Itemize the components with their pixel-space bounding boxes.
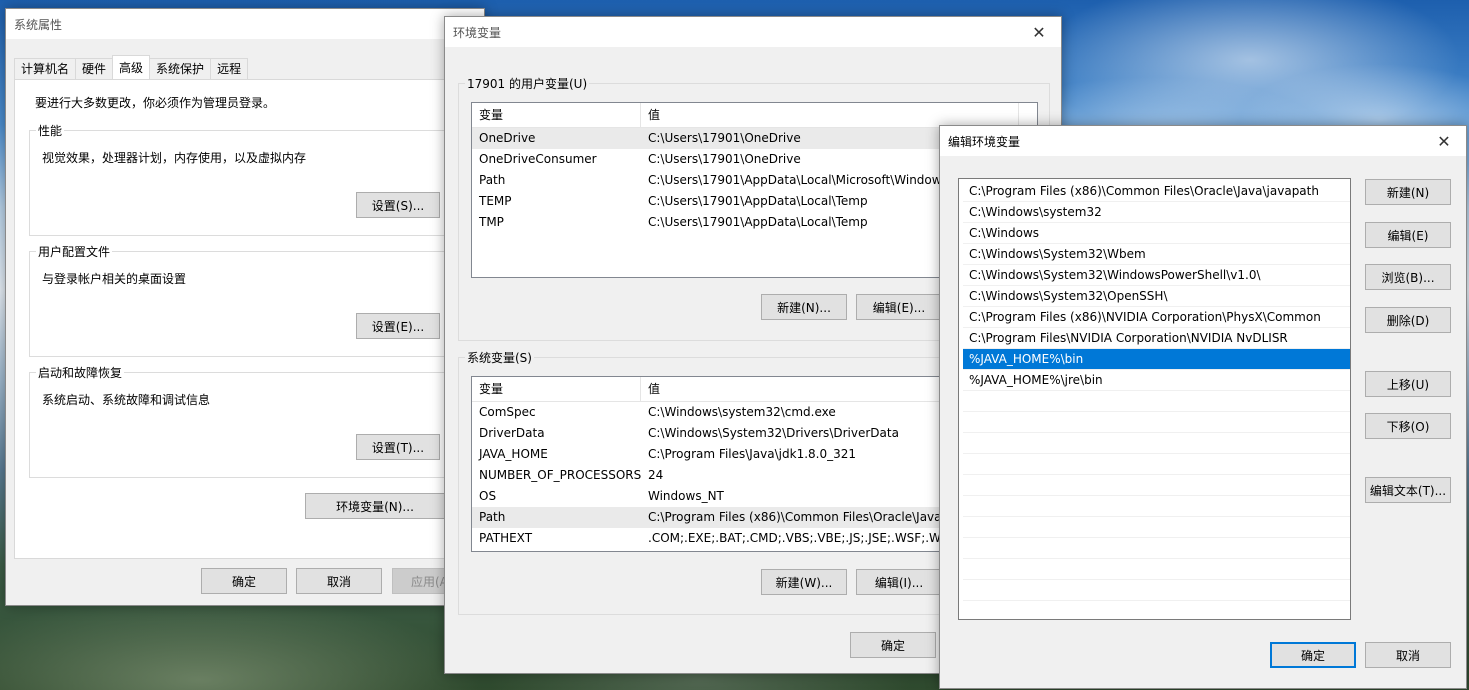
tab-advanced[interactable]: 高级 <box>112 55 151 80</box>
var-value: C:\Windows\System32\Drivers\DriverData <box>648 426 899 440</box>
move-up-button[interactable]: 上移(U) <box>1365 371 1451 397</box>
system-properties-titlebar: 系统属性 <box>6 9 484 39</box>
startup-recovery-title: 启动和故障恢复 <box>36 364 125 381</box>
empty-row <box>963 475 1350 496</box>
tab-strip: 计算机名 硬件 高级 系统保护 远程 <box>14 55 249 80</box>
edit-text-button[interactable]: 编辑文本(T)... <box>1365 477 1451 503</box>
empty-row <box>963 391 1350 412</box>
var-value: 24 <box>648 468 664 482</box>
list-item[interactable]: C:\Windows\System32\WindowsPowerShell\v1… <box>963 265 1350 286</box>
close-icon[interactable]: ✕ <box>1017 17 1061 47</box>
var-value: C:\Users\17901\AppData\Local\Temp <box>648 194 868 208</box>
var-value: C:\Program Files (x86)\Common Files\Orac… <box>648 510 941 524</box>
var-name: Path <box>479 510 506 524</box>
user-profile-settings-button[interactable]: 设置(E)... <box>356 313 440 339</box>
var-value: C:\Users\17901\AppData\Local\Microsoft\W… <box>648 173 941 187</box>
cancel-button[interactable]: 取消 <box>296 568 382 594</box>
var-value: C:\Windows\system32\cmd.exe <box>648 405 836 419</box>
admin-notice: 要进行大多数更改，你必须作为管理员登录。 <box>35 96 276 110</box>
tab-system-protection[interactable]: 系统保护 <box>149 58 212 80</box>
empty-row <box>963 538 1350 559</box>
system-edit-button[interactable]: 编辑(I)... <box>856 569 942 595</box>
user-profile-group: 用户配置文件 与登录帐户相关的桌面设置 设置(E)... <box>29 243 460 357</box>
var-value: C:\Users\17901\OneDrive <box>648 131 801 145</box>
edit-environment-variable-window: 编辑环境变量 ✕ C:\Program Files (x86)\Common F… <box>939 125 1467 689</box>
edit-env-titlebar: 编辑环境变量 ✕ <box>940 126 1466 156</box>
environment-variables-titlebar: 环境变量 ✕ <box>445 17 1061 47</box>
var-name: NUMBER_OF_PROCESSORS <box>479 468 641 482</box>
var-name: TEMP <box>479 194 512 208</box>
list-item[interactable]: C:\Windows <box>963 223 1350 244</box>
empty-row <box>963 517 1350 538</box>
window-title: 系统属性 <box>14 17 63 32</box>
system-variables-title: 系统变量(S) <box>465 349 534 366</box>
tab-panel: 要进行大多数更改，你必须作为管理员登录。 性能 视觉效果，处理器计划，内存使用，… <box>14 79 484 559</box>
ok-button[interactable]: 确定 <box>1270 642 1356 668</box>
new-button[interactable]: 新建(N) <box>1365 179 1451 205</box>
tab-computer-name[interactable]: 计算机名 <box>14 58 77 80</box>
empty-row <box>963 580 1350 601</box>
empty-row <box>963 433 1350 454</box>
ok-button[interactable]: 确定 <box>201 568 287 594</box>
column-header-value[interactable]: 值 <box>641 103 1019 127</box>
user-edit-button[interactable]: 编辑(E)... <box>856 294 942 320</box>
performance-desc: 视觉效果，处理器计划，内存使用，以及虚拟内存 <box>42 151 307 165</box>
startup-recovery-group: 启动和故障恢复 系统启动、系统故障和调试信息 设置(T)... <box>29 364 460 478</box>
performance-settings-button[interactable]: 设置(S)... <box>356 192 440 218</box>
user-profile-title: 用户配置文件 <box>36 243 113 260</box>
list-item-selected[interactable]: %JAVA_HOME%\bin <box>963 349 1350 370</box>
performance-title: 性能 <box>36 122 65 139</box>
delete-button[interactable]: 删除(D) <box>1365 307 1451 333</box>
var-name: DriverData <box>479 426 545 440</box>
system-new-button[interactable]: 新建(W)... <box>761 569 847 595</box>
user-profile-desc: 与登录帐户相关的桌面设置 <box>42 272 187 286</box>
list-item[interactable]: C:\Windows\System32\Wbem <box>963 244 1350 265</box>
startup-recovery-settings-button[interactable]: 设置(T)... <box>356 434 440 460</box>
var-value: Windows_NT <box>648 489 724 503</box>
user-variables-title: 17901 的用户变量(U) <box>465 75 590 92</box>
var-name: PATHEXT <box>479 531 533 545</box>
var-value: .COM;.EXE;.BAT;.CMD;.VBS;.VBE;.JS;.JSE;.… <box>648 531 941 545</box>
tab-remote[interactable]: 远程 <box>210 58 249 80</box>
cancel-button[interactable]: 取消 <box>1365 642 1451 668</box>
startup-recovery-desc: 系统启动、系统故障和调试信息 <box>42 393 211 407</box>
browse-button[interactable]: 浏览(B)... <box>1365 264 1451 290</box>
edit-button[interactable]: 编辑(E) <box>1365 222 1451 248</box>
empty-row <box>963 412 1350 433</box>
window-title: 环境变量 <box>453 25 502 40</box>
performance-group: 性能 视觉效果，处理器计划，内存使用，以及虚拟内存 设置(S)... <box>29 122 460 236</box>
list-item[interactable]: C:\Program Files (x86)\Common Files\Orac… <box>963 181 1350 202</box>
var-name: OneDriveConsumer <box>479 152 597 166</box>
tab-hardware[interactable]: 硬件 <box>75 58 114 80</box>
empty-row <box>963 559 1350 580</box>
list-item[interactable]: C:\Windows\System32\OpenSSH\ <box>963 286 1350 307</box>
var-value: C:\Users\17901\OneDrive <box>648 152 801 166</box>
list-item[interactable]: C:\Program Files (x86)\NVIDIA Corporatio… <box>963 307 1350 328</box>
list-item[interactable]: C:\Program Files\NVIDIA Corporation\NVID… <box>963 328 1350 349</box>
window-title: 编辑环境变量 <box>948 134 1021 149</box>
user-new-button[interactable]: 新建(N)... <box>761 294 847 320</box>
list-item[interactable]: %JAVA_HOME%\jre\bin <box>963 370 1350 391</box>
var-name: ComSpec <box>479 405 536 419</box>
empty-row <box>963 496 1350 517</box>
system-properties-window: 系统属性 计算机名 硬件 高级 系统保护 远程 要进行大多数更改，你必须作为管理… <box>5 8 485 606</box>
environment-variables-button[interactable]: 环境变量(N)... <box>305 493 445 519</box>
column-header-variable[interactable]: 变量 <box>472 377 641 401</box>
list-item[interactable]: C:\Windows\system32 <box>963 202 1350 223</box>
column-header-variable[interactable]: 变量 <box>472 103 641 127</box>
move-down-button[interactable]: 下移(O) <box>1365 413 1451 439</box>
var-name: JAVA_HOME <box>479 447 548 461</box>
close-icon[interactable]: ✕ <box>1422 126 1466 156</box>
var-name: Path <box>479 173 506 187</box>
var-name: TMP <box>479 215 504 229</box>
var-value: C:\Program Files\Java\jdk1.8.0_321 <box>648 447 857 461</box>
path-entries-list[interactable]: C:\Program Files (x86)\Common Files\Orac… <box>958 178 1351 620</box>
ok-button[interactable]: 确定 <box>850 632 936 658</box>
path-list-body: C:\Program Files (x86)\Common Files\Orac… <box>959 179 1350 601</box>
var-name: OneDrive <box>479 131 536 145</box>
var-name: OS <box>479 489 497 503</box>
empty-row <box>963 454 1350 475</box>
var-value: C:\Users\17901\AppData\Local\Temp <box>648 215 868 229</box>
